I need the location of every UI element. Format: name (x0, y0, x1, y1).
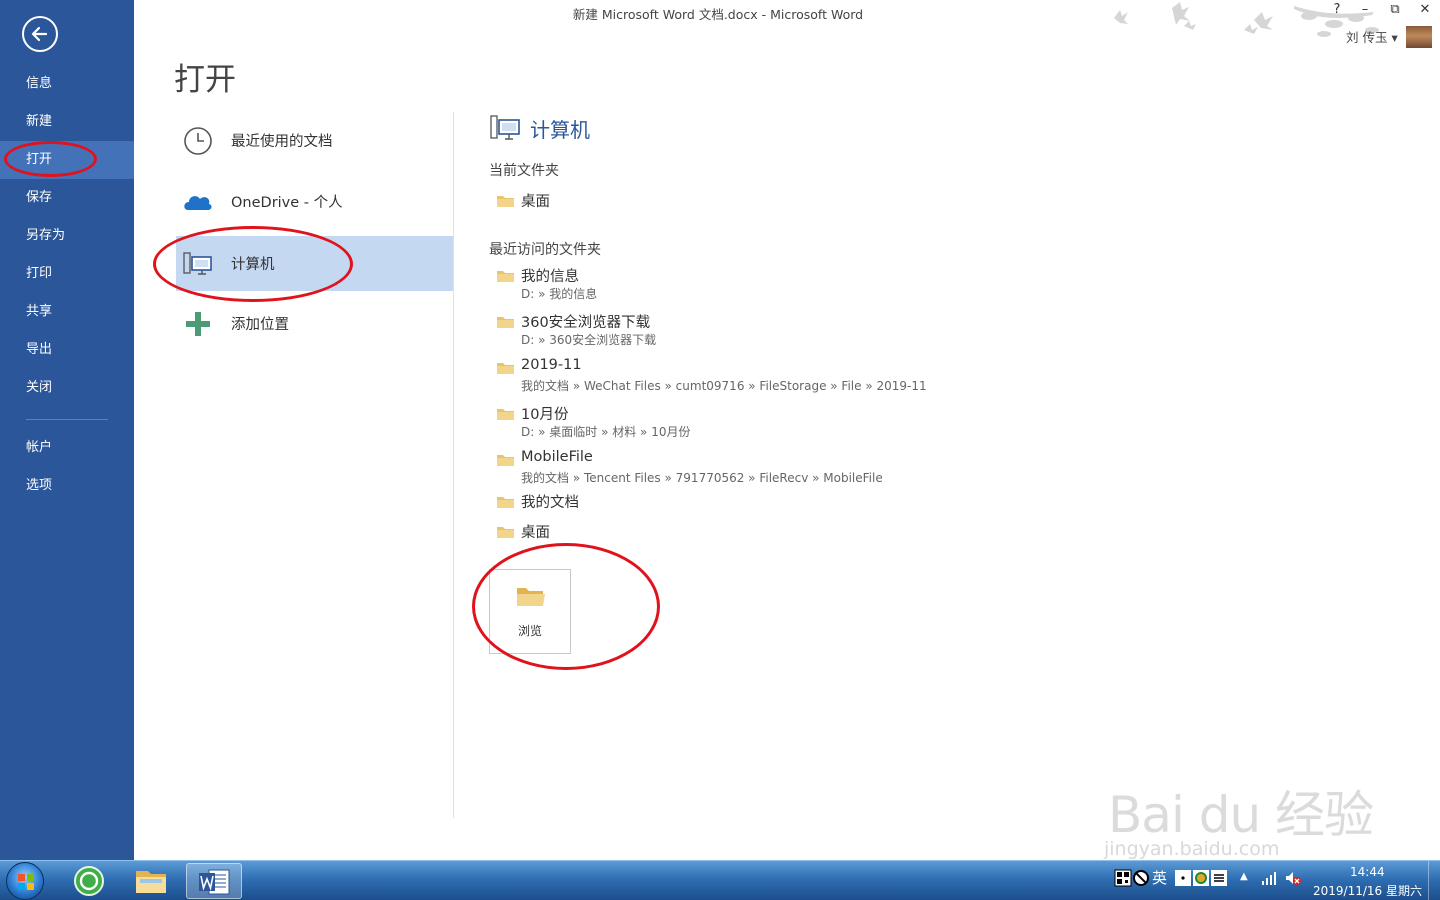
taskbar: 英 ▲ 14:44 2019/11/16 星期六 (0, 860, 1440, 900)
nav-close[interactable]: 关闭 (0, 369, 134, 407)
browser-360-icon (74, 866, 104, 896)
cloud-icon (184, 196, 212, 210)
user-account-menu[interactable]: 刘 传玉 ▾ (1346, 27, 1398, 46)
folder-icon (497, 497, 514, 508)
place-recent-documents[interactable]: 最近使用的文档 (176, 113, 453, 168)
windows-logo-icon (18, 874, 34, 890)
minimize-button[interactable]: – (1356, 2, 1374, 17)
show-hidden-icons-icon[interactable]: ▲ (1240, 871, 1248, 882)
close-button[interactable]: ✕ (1416, 2, 1434, 17)
folder-icon (497, 363, 514, 374)
clock-icon (184, 127, 212, 155)
place-onedrive[interactable]: OneDrive - 个人 (176, 174, 453, 229)
folder-name: 我的文档 (521, 495, 579, 511)
block-icon[interactable] (1132, 869, 1150, 887)
nav-save[interactable]: 保存 (0, 179, 134, 217)
folder-path: 我的文档 » Tencent Files » 791770562 » FileR… (521, 471, 883, 485)
back-button[interactable] (22, 16, 58, 52)
title-bar: 新建 Microsoft Word 文档.docx - Microsoft Wo… (134, 0, 1440, 48)
folder-open-icon (517, 588, 545, 606)
restore-button[interactable]: ⧉ (1386, 2, 1404, 17)
nav-new[interactable]: 新建 (0, 103, 134, 141)
avatar[interactable] (1406, 26, 1432, 48)
folder-name: MobileFile (521, 449, 593, 465)
nav-info[interactable]: 信息 (0, 65, 134, 103)
taskbar-word[interactable] (186, 863, 242, 899)
taskbar-file-explorer[interactable] (126, 863, 176, 899)
watermark-url: jingyan.baidu.com (1104, 838, 1280, 860)
place-label: 最近使用的文档 (231, 134, 333, 150)
browse-button[interactable]: 浏览 (489, 569, 571, 654)
folder-path: D: » 我的信息 (521, 287, 598, 301)
column-divider (453, 112, 454, 818)
keyboard-icon[interactable] (1210, 869, 1228, 887)
computer-heading: 计算机 (530, 118, 590, 142)
folder-name: 桌面 (521, 525, 550, 541)
ime-settings-icon[interactable] (1192, 869, 1210, 887)
recent-folders-label: 最近访问的文件夹 (489, 242, 601, 258)
folder-name: 360安全浏览器下载 (521, 315, 651, 331)
ime-punctuation-icon[interactable] (1174, 869, 1192, 887)
clock-time[interactable]: 14:44 (1350, 865, 1385, 879)
computer-heading-icon (490, 115, 520, 140)
folder-path: D: » 360安全浏览器下载 (521, 333, 657, 347)
nav-save-as[interactable]: 另存为 (0, 217, 134, 255)
place-label: 计算机 (231, 257, 275, 273)
folder-path: 我的文档 » WeChat Files » cumt09716 » FileSt… (521, 379, 927, 393)
backstage-sidebar: 信息 新建 打开 保存 另存为 打印 共享 导出 关闭 帐户 选项 (0, 0, 134, 860)
volume-muted-icon[interactable] (1284, 869, 1302, 887)
place-label: 添加位置 (231, 317, 289, 333)
help-button[interactable]: ? (1328, 2, 1346, 17)
start-button[interactable] (6, 862, 44, 900)
folder-icon (497, 317, 514, 328)
place-add-location[interactable]: 添加位置 (176, 296, 453, 351)
folder-icon (497, 196, 514, 207)
folder-path: D: » 桌面临时 » 材料 » 10月份 (521, 425, 691, 439)
back-arrow-icon (31, 26, 48, 42)
current-folder-label: 当前文件夹 (489, 163, 559, 179)
nav-open[interactable]: 打开 (0, 141, 134, 179)
page-title: 打开 (174, 62, 236, 98)
place-computer[interactable]: 计算机 (176, 236, 453, 291)
watermark-logo: Bai du 经验 (1108, 786, 1374, 844)
folder-name: 10月份 (521, 407, 569, 423)
nav-options[interactable]: 选项 (0, 467, 134, 505)
folder-icon (497, 271, 514, 282)
file-explorer-icon (136, 871, 166, 893)
nav-print[interactable]: 打印 (0, 255, 134, 293)
nav-export[interactable]: 导出 (0, 331, 134, 369)
folder-name: 2019-11 (521, 357, 582, 373)
nav-divider (26, 419, 108, 420)
folder-icon (497, 455, 514, 466)
network-signal-icon[interactable] (1260, 869, 1278, 887)
folder-name: 桌面 (521, 194, 550, 210)
nav-account[interactable]: 帐户 (0, 429, 134, 467)
computer-icon (183, 252, 212, 275)
clock-date[interactable]: 2019/11/16 星期六 (1313, 882, 1422, 899)
folder-icon (497, 527, 514, 538)
browse-label: 浏览 (517, 624, 542, 638)
folder-icon (497, 409, 514, 420)
folder-name: 我的信息 (521, 269, 579, 285)
place-label: OneDrive - 个人 (231, 195, 343, 211)
plus-icon (186, 312, 210, 336)
word-icon (199, 869, 230, 895)
taskbar-browser-360[interactable] (64, 863, 114, 899)
nav-share[interactable]: 共享 (0, 293, 134, 331)
ime-indicator[interactable]: 英 (1152, 867, 1167, 888)
show-desktop-button[interactable] (1428, 861, 1440, 900)
qr-icon[interactable] (1114, 869, 1132, 887)
